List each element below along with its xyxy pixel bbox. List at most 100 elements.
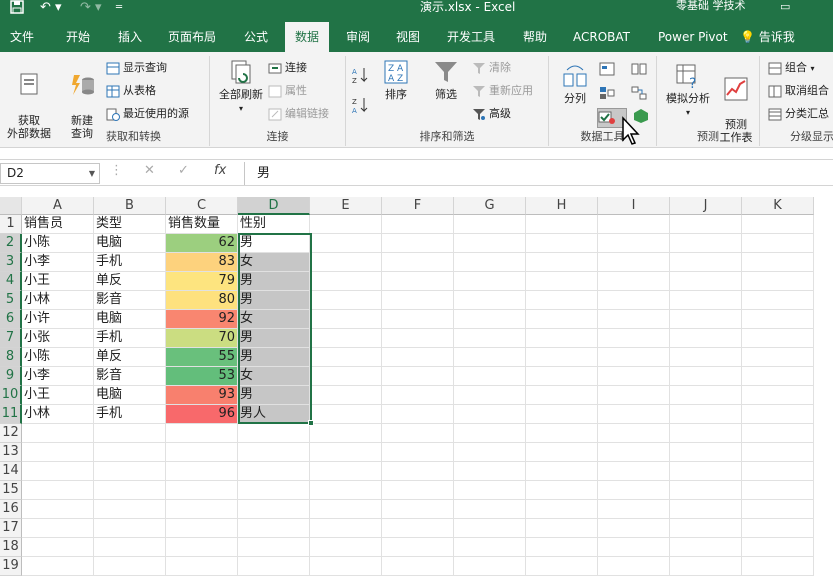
cell-d12[interactable] bbox=[238, 424, 310, 443]
cell-i2[interactable] bbox=[598, 234, 670, 253]
cell-i8[interactable] bbox=[598, 348, 670, 367]
cell-g1[interactable] bbox=[454, 215, 526, 234]
cell-k15[interactable] bbox=[742, 481, 814, 500]
cell-g2[interactable] bbox=[454, 234, 526, 253]
cell-b2[interactable]: 电脑 bbox=[94, 234, 166, 253]
cell-f2[interactable] bbox=[382, 234, 454, 253]
tab-formulas[interactable]: 公式 bbox=[234, 22, 278, 52]
cell-h8[interactable] bbox=[526, 348, 598, 367]
reapply-button[interactable]: 重新应用 bbox=[472, 83, 533, 99]
cell-j14[interactable] bbox=[670, 462, 742, 481]
remove-duplicates-icon[interactable] bbox=[631, 62, 647, 81]
cell-h12[interactable] bbox=[526, 424, 598, 443]
cell-k6[interactable] bbox=[742, 310, 814, 329]
formula-input[interactable]: 男 bbox=[244, 162, 833, 185]
cell-k12[interactable] bbox=[742, 424, 814, 443]
cell-e17[interactable] bbox=[310, 519, 382, 538]
cell-j17[interactable] bbox=[670, 519, 742, 538]
cell-j12[interactable] bbox=[670, 424, 742, 443]
tab-file[interactable]: 文件 bbox=[0, 22, 44, 52]
cell-f15[interactable] bbox=[382, 481, 454, 500]
cell-j3[interactable] bbox=[670, 253, 742, 272]
enter-icon[interactable]: ✓ bbox=[178, 163, 189, 178]
cell-j7[interactable] bbox=[670, 329, 742, 348]
cell-i15[interactable] bbox=[598, 481, 670, 500]
cell-a7[interactable]: 小张 bbox=[22, 329, 94, 348]
cell-g4[interactable] bbox=[454, 272, 526, 291]
cell-h10[interactable] bbox=[526, 386, 598, 405]
tell-me[interactable]: 💡 告诉我 bbox=[740, 22, 795, 52]
row-header[interactable]: 7 bbox=[0, 329, 22, 348]
show-queries-button[interactable]: 显示查询 bbox=[106, 60, 167, 76]
cell-i11[interactable] bbox=[598, 405, 670, 424]
cell-j8[interactable] bbox=[670, 348, 742, 367]
cell-e6[interactable] bbox=[310, 310, 382, 329]
row-header[interactable]: 19 bbox=[0, 557, 22, 576]
cell-g8[interactable] bbox=[454, 348, 526, 367]
cell-j6[interactable] bbox=[670, 310, 742, 329]
cell-c7[interactable]: 70 bbox=[166, 329, 238, 348]
cell-i5[interactable] bbox=[598, 291, 670, 310]
cell-e8[interactable] bbox=[310, 348, 382, 367]
column-header-f[interactable]: F bbox=[382, 197, 454, 215]
cell-d6[interactable]: 女 bbox=[238, 310, 310, 329]
row-header[interactable]: 12 bbox=[0, 424, 22, 443]
cell-i19[interactable] bbox=[598, 557, 670, 576]
group-button[interactable]: 组合 ▾ bbox=[768, 60, 815, 77]
properties-button[interactable]: 属性 bbox=[268, 83, 307, 99]
cell-k1[interactable] bbox=[742, 215, 814, 234]
tab-acrobat[interactable]: ACROBAT bbox=[563, 22, 640, 52]
cell-c5[interactable]: 80 bbox=[166, 291, 238, 310]
cell-h17[interactable] bbox=[526, 519, 598, 538]
cell-c16[interactable] bbox=[166, 500, 238, 519]
cell-e15[interactable] bbox=[310, 481, 382, 500]
cell-h1[interactable] bbox=[526, 215, 598, 234]
worksheet-grid[interactable]: ABCDEFGHIJK 1 销售员 类型 销售数量 性别 2 小陈 电脑 62 男 3 小李 手机 83 女… bbox=[0, 197, 833, 576]
cell-d18[interactable] bbox=[238, 538, 310, 557]
cell-k10[interactable] bbox=[742, 386, 814, 405]
cell-d9[interactable]: 女 bbox=[238, 367, 310, 386]
consolidate-icon[interactable] bbox=[599, 86, 615, 105]
cell-a19[interactable] bbox=[22, 557, 94, 576]
refresh-dropdown-icon[interactable]: ▾ bbox=[239, 104, 243, 113]
what-if-dropdown-icon[interactable]: ▾ bbox=[686, 108, 690, 117]
cell-c12[interactable] bbox=[166, 424, 238, 443]
cell-a8[interactable]: 小陈 bbox=[22, 348, 94, 367]
column-header-a[interactable]: A bbox=[22, 197, 94, 215]
cell-g11[interactable] bbox=[454, 405, 526, 424]
cell-e9[interactable] bbox=[310, 367, 382, 386]
cell-a16[interactable] bbox=[22, 500, 94, 519]
cell-f14[interactable] bbox=[382, 462, 454, 481]
ribbon-display-icon[interactable]: ▭ bbox=[780, 0, 790, 13]
cell-g9[interactable] bbox=[454, 367, 526, 386]
cell-c3[interactable]: 83 bbox=[166, 253, 238, 272]
cell-k7[interactable] bbox=[742, 329, 814, 348]
cell-j18[interactable] bbox=[670, 538, 742, 557]
cancel-icon[interactable]: ✕ bbox=[144, 163, 155, 178]
cell-a10[interactable]: 小王 bbox=[22, 386, 94, 405]
cell-c10[interactable]: 93 bbox=[166, 386, 238, 405]
cell-e12[interactable] bbox=[310, 424, 382, 443]
cell-k2[interactable] bbox=[742, 234, 814, 253]
cell-a1[interactable]: 销售员 bbox=[22, 215, 94, 234]
tab-help[interactable]: 帮助 bbox=[513, 22, 557, 52]
row-header[interactable]: 6 bbox=[0, 310, 22, 329]
cell-c13[interactable] bbox=[166, 443, 238, 462]
cell-a12[interactable] bbox=[22, 424, 94, 443]
cell-i14[interactable] bbox=[598, 462, 670, 481]
cell-h19[interactable] bbox=[526, 557, 598, 576]
cell-h18[interactable] bbox=[526, 538, 598, 557]
cell-k4[interactable] bbox=[742, 272, 814, 291]
cell-h16[interactable] bbox=[526, 500, 598, 519]
cell-h3[interactable] bbox=[526, 253, 598, 272]
cell-g13[interactable] bbox=[454, 443, 526, 462]
relationships-icon[interactable] bbox=[631, 86, 647, 105]
cell-j13[interactable] bbox=[670, 443, 742, 462]
cell-g5[interactable] bbox=[454, 291, 526, 310]
cell-h6[interactable] bbox=[526, 310, 598, 329]
what-if-analysis-button[interactable]: ? 模拟分析 ▾ bbox=[661, 62, 715, 119]
cell-a4[interactable]: 小王 bbox=[22, 272, 94, 291]
column-header-k[interactable]: K bbox=[742, 197, 814, 215]
cell-f1[interactable] bbox=[382, 215, 454, 234]
cell-e16[interactable] bbox=[310, 500, 382, 519]
